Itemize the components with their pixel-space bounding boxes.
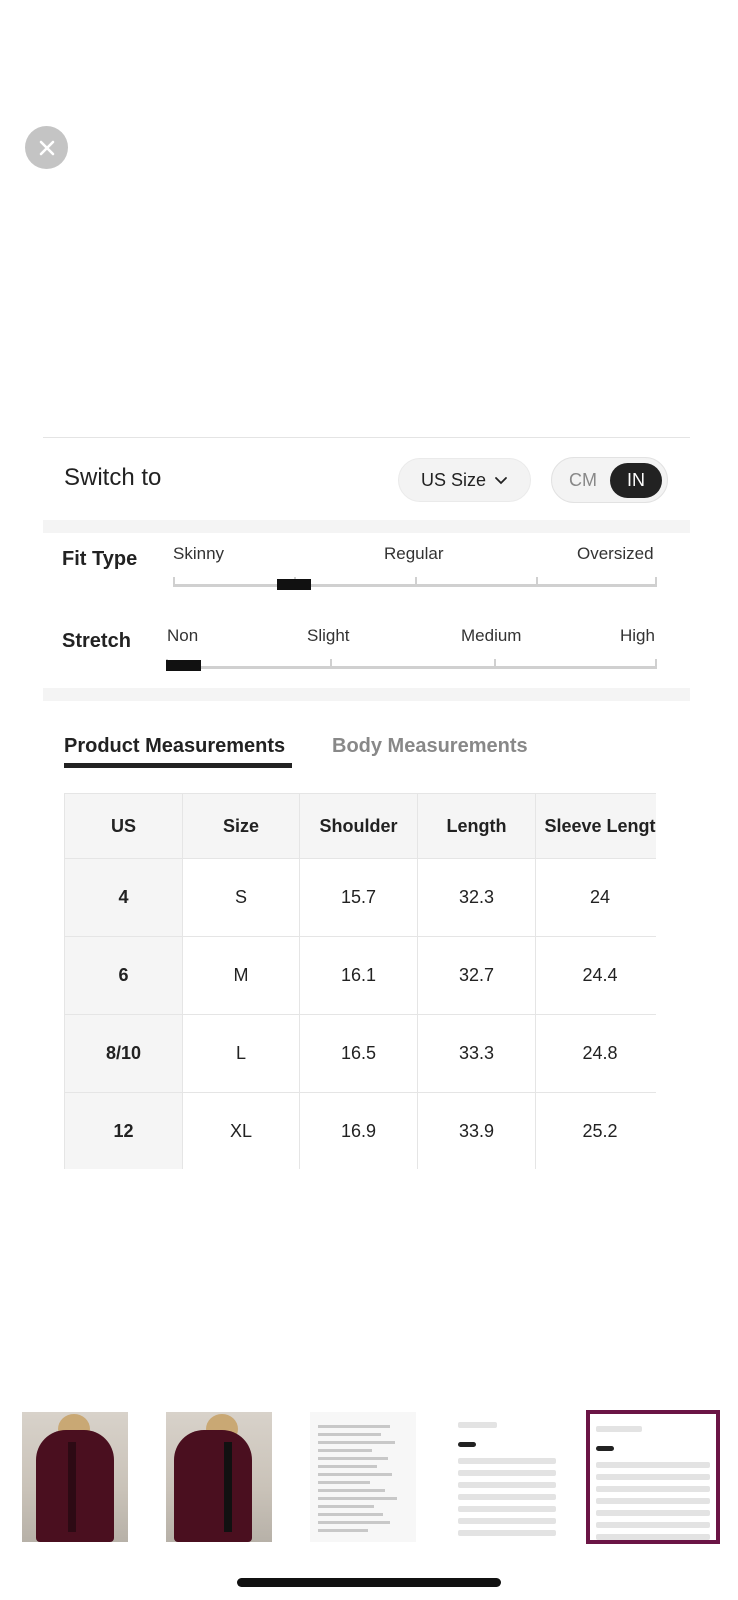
stretch-label-high: High <box>620 626 655 645</box>
cell-sleeve-length: 24.8 <box>535 1014 656 1093</box>
cell-length: 32.3 <box>417 858 536 937</box>
cell-size: S <box>182 858 300 937</box>
switch-row: Switch to US Size CM IN <box>43 438 690 520</box>
thumbnail-coat-front[interactable] <box>22 1412 128 1542</box>
unit-toggle: CM IN <box>551 457 668 503</box>
cell-length: 33.9 <box>417 1092 536 1169</box>
table-row: 6 M 16.1 32.7 24.4 <box>64 936 656 1015</box>
thumbnail-strip <box>22 1410 722 1544</box>
cell-size: XL <box>182 1092 300 1169</box>
stretch-label-medium: Medium <box>461 626 522 645</box>
cell-sleeve-length: 24.4 <box>535 936 656 1015</box>
coat-image <box>174 1430 252 1542</box>
cell-us: 12 <box>64 1092 183 1169</box>
header-us: US <box>64 793 183 859</box>
fit-type-tick <box>536 577 538 587</box>
section-divider <box>43 520 690 533</box>
coat-opening <box>68 1442 76 1532</box>
cell-shoulder: 16.5 <box>299 1014 418 1093</box>
cell-size: L <box>182 1014 300 1093</box>
cell-sleeve-length: 24 <box>535 858 656 937</box>
close-button[interactable] <box>25 126 68 169</box>
close-icon <box>39 140 54 155</box>
switch-label: Switch to <box>64 464 162 491</box>
stretch-title: Stretch <box>62 630 131 652</box>
fit-type-indicator <box>277 579 311 590</box>
stretch-indicator <box>166 660 201 671</box>
tab-product-measurements[interactable]: Product Measurements <box>64 735 285 758</box>
cell-us: 8/10 <box>64 1014 183 1093</box>
tab-body-measurements[interactable]: Body Measurements <box>332 735 528 758</box>
cell-shoulder: 16.1 <box>299 936 418 1015</box>
stretch-label-non: Non <box>167 626 199 645</box>
size-guide-screen: Switch to US Size CM IN Fit Type Skinny … <box>0 0 738 1600</box>
header-shoulder: Shoulder <box>299 793 418 859</box>
fit-type-label-oversized: Oversized <box>577 544 654 563</box>
cell-length: 33.3 <box>417 1014 536 1093</box>
header-size: Size <box>182 793 300 859</box>
active-tab-underline <box>64 763 292 768</box>
unit-cm-option[interactable]: CM <box>558 463 608 498</box>
unit-in-option[interactable]: IN <box>610 463 662 498</box>
cell-us: 4 <box>64 858 183 937</box>
thumbnail-size-guide-cm[interactable] <box>454 1412 560 1542</box>
fit-type-label-skinny: Skinny <box>173 544 225 563</box>
section-divider <box>43 688 690 701</box>
size-guide-preview <box>596 1420 710 1540</box>
stretch-label-slight: Slight <box>307 626 350 645</box>
details-sheet-preview <box>318 1420 408 1534</box>
header-length: Length <box>417 793 536 859</box>
table-row: 4 S 15.7 32.3 24 <box>64 858 656 937</box>
home-indicator[interactable] <box>237 1578 501 1587</box>
cell-size: M <box>182 936 300 1015</box>
fit-type-label-regular: Regular <box>384 544 444 563</box>
fit-type-tick <box>655 577 657 587</box>
cell-shoulder: 16.9 <box>299 1092 418 1169</box>
header-sleeve-length: Sleeve Lengt <box>535 793 656 859</box>
stretch-tick <box>494 659 496 669</box>
size-system-value: US Size <box>420 469 487 490</box>
fit-type-tick <box>415 577 417 587</box>
fit-type-tick <box>173 577 175 587</box>
stretch-tick <box>330 659 332 669</box>
measurements-table-scroll[interactable]: US Size Shoulder Length Sleeve Lengt 4 S… <box>64 793 656 1169</box>
black-top <box>224 1442 232 1532</box>
size-system-dropdown[interactable]: US Size <box>398 458 531 502</box>
chevron-down-icon <box>495 477 507 485</box>
cell-sleeve-length: 25.2 <box>535 1092 656 1169</box>
thumbnail-coat-model[interactable] <box>166 1412 272 1542</box>
cell-us: 6 <box>64 936 183 1015</box>
thumbnail-details-sheet[interactable] <box>310 1412 416 1542</box>
size-guide-preview <box>458 1416 556 1538</box>
thumbnail-size-guide-in[interactable] <box>586 1410 720 1544</box>
table-row: 8/10 L 16.5 33.3 24.8 <box>64 1014 656 1093</box>
fit-type-title: Fit Type <box>62 548 138 570</box>
measurements-table: US Size Shoulder Length Sleeve Lengt 4 S… <box>64 793 656 1169</box>
size-guide-card: Switch to US Size CM IN Fit Type Skinny … <box>43 437 690 1170</box>
stretch-track <box>166 666 656 669</box>
cell-shoulder: 15.7 <box>299 858 418 937</box>
cell-length: 32.7 <box>417 936 536 1015</box>
table-header-row: US Size Shoulder Length Sleeve Lengt <box>64 793 656 859</box>
stretch-tick <box>655 659 657 669</box>
table-row: 12 XL 16.9 33.9 25.2 <box>64 1092 656 1169</box>
